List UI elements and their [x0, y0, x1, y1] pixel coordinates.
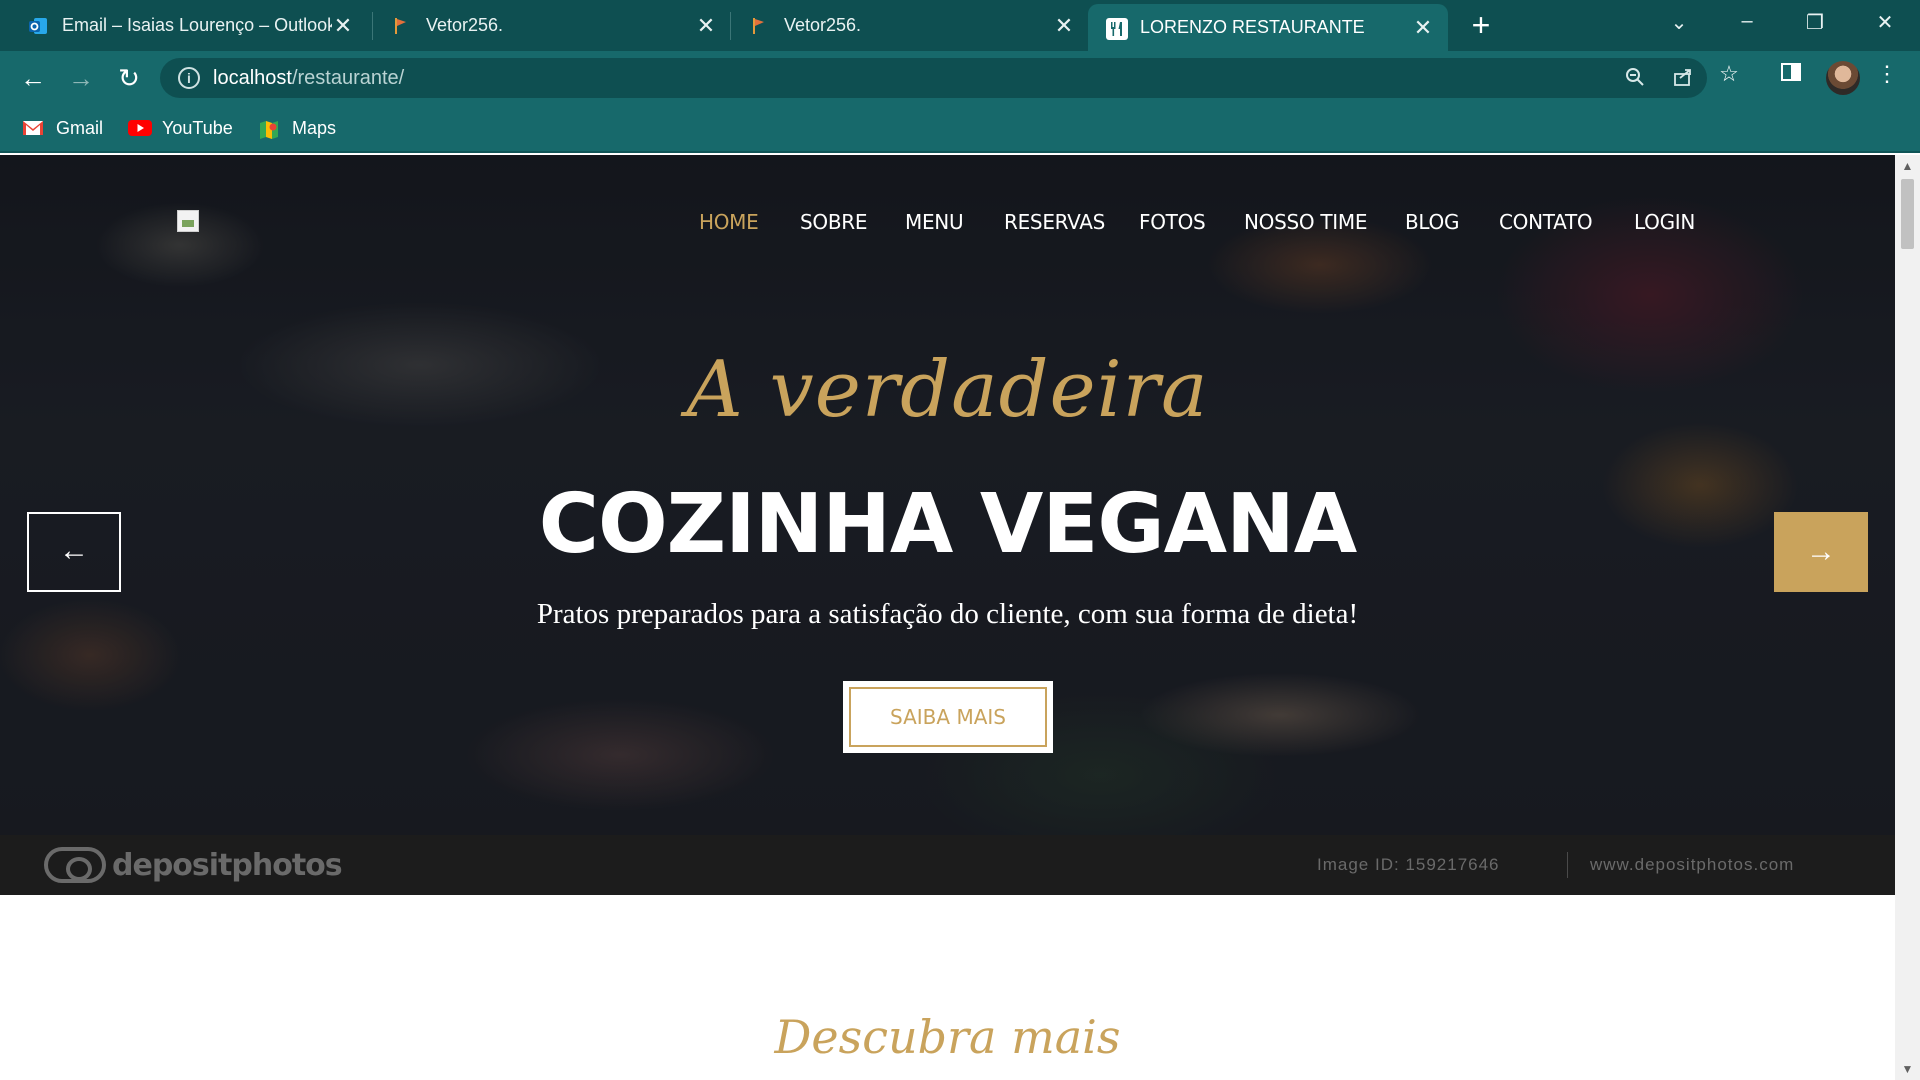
share-icon[interactable]: [1670, 66, 1696, 94]
back-arrow-icon[interactable]: ←: [18, 63, 48, 93]
tab-vetor256-2[interactable]: Vetor256. ✕: [750, 0, 1075, 51]
hero-script-title: A verdadeira: [686, 345, 1209, 435]
depositphotos-brand: depositphotos: [112, 847, 343, 883]
reload-icon[interactable]: ↻: [114, 63, 144, 93]
address-bar[interactable]: i localhost/restaurante/: [160, 58, 1707, 98]
site-info-icon[interactable]: i: [178, 67, 200, 89]
minimize-icon[interactable]: –: [1732, 10, 1762, 33]
nav-contato[interactable]: CONTATO: [1499, 210, 1593, 234]
browser-toolbar: ← → ↻ i localhost/restaurante/ ☆ ⋮: [0, 51, 1920, 105]
bookmark-maps[interactable]: Maps: [258, 115, 336, 141]
restore-icon[interactable]: ❐: [1800, 10, 1830, 35]
close-icon[interactable]: ✕: [1412, 15, 1434, 41]
main-navigation: HOME SOBRE MENU RESERVAS FOTOS NOSSO TIM…: [0, 210, 1895, 240]
nav-sobre[interactable]: SOBRE: [800, 210, 868, 234]
profile-avatar[interactable]: [1826, 61, 1860, 95]
tab-vetor256-1[interactable]: Vetor256. ✕: [392, 0, 717, 51]
page-viewport: HOME SOBRE MENU RESERVAS FOTOS NOSSO TIM…: [0, 155, 1895, 1080]
tab-title: Vetor256.: [784, 15, 862, 35]
saiba-mais-label: SAIBA MAIS: [849, 687, 1047, 747]
nav-nosso-time[interactable]: NOSSO TIME: [1244, 210, 1368, 234]
bookmark-star-icon[interactable]: ☆: [1714, 61, 1744, 87]
url-host: localhost: [213, 67, 292, 89]
hero-slider: HOME SOBRE MENU RESERVAS FOTOS NOSSO TIM…: [0, 155, 1895, 835]
page-scrollbar[interactable]: ▲ ▼: [1895, 155, 1920, 1080]
bookmark-gmail[interactable]: Gmail: [22, 115, 103, 141]
new-tab-button[interactable]: +: [1466, 8, 1496, 42]
gmail-icon: [22, 119, 44, 137]
nav-login[interactable]: LOGIN: [1634, 210, 1695, 234]
outlook-icon: [28, 16, 48, 36]
tab-outlook[interactable]: Email – Isaias Lourenço – Outlook ✕: [28, 0, 358, 51]
tab-title: Email – Isaias Lourenço – Outlook: [62, 15, 332, 35]
zoom-icon[interactable]: [1622, 66, 1648, 94]
camera-icon: [44, 847, 106, 883]
watermark-divider: [1567, 852, 1568, 878]
forward-arrow-icon[interactable]: →: [66, 63, 96, 93]
close-icon[interactable]: ✕: [695, 13, 717, 39]
fork-knife-icon: [1106, 17, 1128, 40]
watermark-url-text: www.depositphotos.com: [1590, 855, 1795, 874]
saiba-mais-button[interactable]: SAIBA MAIS: [843, 681, 1053, 753]
close-icon[interactable]: ✕: [1053, 13, 1075, 39]
section-heading-descubra-mais: Descubra mais: [774, 1010, 1121, 1064]
url-text[interactable]: localhost/restaurante/: [213, 67, 404, 90]
tab-title: LORENZO RESTAURANTE: [1140, 17, 1365, 37]
slider-prev-arrow-icon[interactable]: ←: [27, 512, 121, 592]
bookmark-label: Gmail: [56, 117, 104, 138]
tab-divider: [372, 12, 373, 40]
nav-fotos[interactable]: FOTOS: [1139, 210, 1206, 234]
bookmark-label: Maps: [292, 117, 337, 138]
hero-title: COZINHA VEGANA: [538, 477, 1357, 572]
tab-title: Vetor256.: [426, 15, 504, 35]
bookmarks-bar: Gmail YouTube Maps: [0, 105, 1920, 153]
browser-tab-strip: Email – Isaias Lourenço – Outlook ✕ Veto…: [0, 0, 1920, 51]
url-path: /restaurante/: [291, 67, 405, 89]
nav-home[interactable]: HOME: [699, 210, 759, 234]
tab-search-chevron-icon[interactable]: ⌄: [1664, 10, 1694, 35]
close-icon[interactable]: ✕: [332, 13, 354, 39]
side-panel-icon[interactable]: [1776, 61, 1806, 89]
window-close-icon[interactable]: ✕: [1870, 10, 1900, 35]
scrollbar-thumb[interactable]: [1901, 179, 1914, 249]
stock-watermark-bar: depositphotos Image ID: 159217646 www.de…: [0, 835, 1895, 895]
nav-reservas[interactable]: RESERVAS: [1004, 210, 1105, 234]
tab-divider: [730, 12, 731, 40]
scroll-down-arrow-icon[interactable]: ▼: [1895, 1062, 1920, 1076]
flag-icon: [750, 16, 770, 36]
maps-icon: [258, 119, 280, 139]
flag-icon: [392, 16, 412, 36]
youtube-icon: [128, 119, 152, 137]
tab-lorenzo-restaurante[interactable]: LORENZO RESTAURANTE ✕: [1088, 4, 1448, 51]
hero-subtitle: Pratos preparados para a satisfação do c…: [536, 598, 1359, 630]
nav-blog[interactable]: BLOG: [1405, 210, 1460, 234]
depositphotos-logo: depositphotos: [44, 845, 343, 885]
image-id-text: Image ID: 159217646: [1317, 855, 1500, 874]
nav-menu[interactable]: MENU: [905, 210, 964, 234]
bookmark-label: YouTube: [162, 117, 233, 138]
more-menu-icon[interactable]: ⋮: [1872, 61, 1902, 87]
bookmark-youtube[interactable]: YouTube: [128, 115, 233, 141]
slider-next-arrow-icon[interactable]: →: [1774, 512, 1868, 592]
scroll-up-arrow-icon[interactable]: ▲: [1895, 159, 1920, 173]
